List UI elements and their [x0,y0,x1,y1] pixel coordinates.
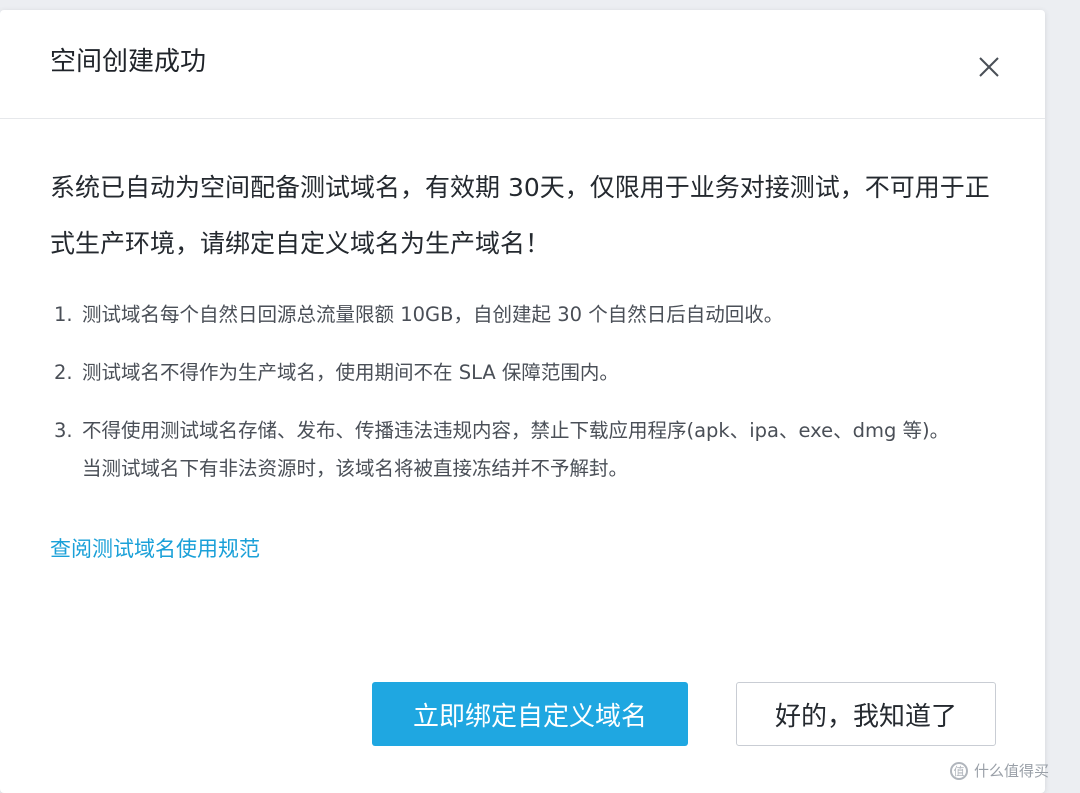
dialog-body: 系统已自动为空间配备测试域名，有效期 30天，仅限用于业务对接测试，不可用于正式… [50,160,1010,564]
note-item: 1. 测试域名每个自然日回源总流量限额 10GB，自创建起 30 个自然日后自动… [50,296,972,334]
note-number: 1. [54,303,73,326]
note-number: 2. [54,361,73,384]
notes-list: 1. 测试域名每个自然日回源总流量限额 10GB，自创建起 30 个自然日后自动… [50,296,1010,488]
watermark-text: 什么值得买 [974,762,1050,780]
dialog-footer: 立即绑定自定义域名 好的，我知道了 [372,682,996,746]
acknowledge-button[interactable]: 好的，我知道了 [736,682,996,746]
close-button[interactable] [972,50,1006,84]
success-dialog: 空间创建成功 系统已自动为空间配备测试域名，有效期 30天，仅限用于业务对接测试… [0,10,1045,793]
dialog-header: 空间创建成功 [0,10,1045,119]
watermark: 值 什么值得买 [950,760,1049,781]
note-text: 不得使用测试域名存储、发布、传播违法违规内容，禁止下载应用程序(apk、ipa、… [82,419,950,480]
watermark-logo-icon: 值 [950,761,968,780]
test-domain-spec-link[interactable]: 查阅测试域名使用规范 [50,534,260,564]
dialog-title: 空间创建成功 [50,47,207,77]
close-icon [979,57,999,77]
note-number: 3. [54,419,73,442]
screen: 空间创建成功 系统已自动为空间配备测试域名，有效期 30天，仅限用于业务对接测试… [0,0,1080,793]
intro-message: 系统已自动为空间配备测试域名，有效期 30天，仅限用于业务对接测试，不可用于正式… [50,173,990,258]
note-text: 测试域名不得作为生产域名，使用期间不在 SLA 保障范围内。 [82,361,619,384]
bind-custom-domain-button[interactable]: 立即绑定自定义域名 [372,682,688,746]
note-item: 3. 不得使用测试域名存储、发布、传播违法违规内容，禁止下载应用程序(apk、i… [50,412,972,488]
note-text: 测试域名每个自然日回源总流量限额 10GB，自创建起 30 个自然日后自动回收。 [82,303,784,326]
note-item: 2. 测试域名不得作为生产域名，使用期间不在 SLA 保障范围内。 [50,354,972,392]
